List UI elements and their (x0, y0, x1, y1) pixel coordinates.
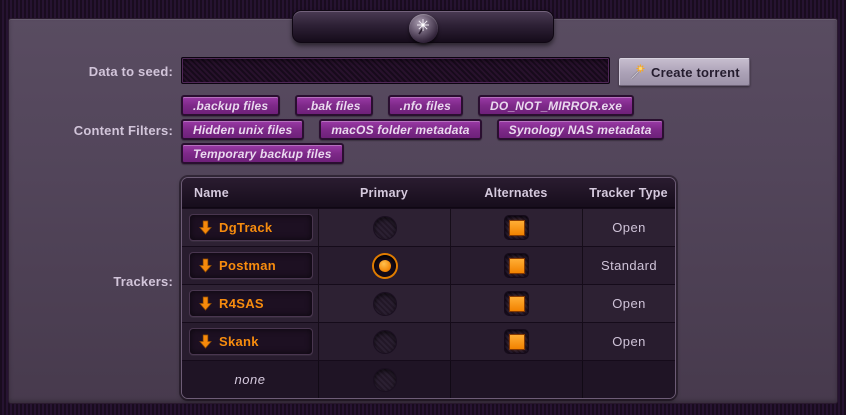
tracker-type: Open (612, 296, 645, 311)
table-row: DgTrack Open (182, 208, 675, 246)
tracker-name: Skank (219, 334, 259, 349)
tracker-button-r4sas[interactable]: R4SAS (189, 290, 313, 317)
alternates-checkbox[interactable] (505, 292, 528, 315)
torrent-creator-window: Data to seed: Create torrent Content Fil… (0, 0, 846, 415)
none-option-label: none (235, 372, 266, 387)
alternates-checkbox[interactable] (505, 254, 528, 277)
primary-radio-none[interactable] (374, 369, 396, 391)
data-to-seed-input[interactable] (181, 57, 610, 84)
down-arrow-icon (199, 296, 212, 311)
filter-chip-backup-files[interactable]: .backup files (181, 95, 280, 116)
filter-chip-bak-files[interactable]: .bak files (295, 95, 372, 116)
sparkle-orb-icon (409, 14, 438, 43)
tracker-button-postman[interactable]: Postman (189, 252, 313, 279)
primary-radio[interactable] (374, 217, 396, 239)
create-torrent-button[interactable]: Create torrent (619, 58, 750, 86)
tracker-button-skank[interactable]: Skank (189, 328, 313, 355)
filter-chip-do-not-mirror[interactable]: DO_NOT_MIRROR.exe (478, 95, 634, 116)
data-to-seed-label: Data to seed: (0, 64, 173, 79)
down-arrow-icon (199, 258, 212, 273)
table-row: R4SAS Open (182, 284, 675, 322)
column-header-name: Name (182, 186, 318, 200)
table-row-none: none (182, 360, 675, 398)
trackers-table: Name Primary Alternates Tracker Type DgT… (181, 177, 676, 399)
content-filters-label: Content Filters: (0, 123, 173, 138)
filter-chip-hidden-unix[interactable]: Hidden unix files (181, 119, 304, 140)
primary-radio[interactable] (374, 255, 396, 277)
tracker-name: Postman (219, 258, 276, 273)
down-arrow-icon (199, 220, 212, 235)
column-header-primary: Primary (318, 186, 450, 200)
tracker-button-dgtrack[interactable]: DgTrack (189, 214, 313, 241)
down-arrow-icon (199, 334, 212, 349)
table-row: Postman Standard (182, 246, 675, 284)
trackers-label: Trackers: (0, 274, 173, 289)
table-row: Skank Open (182, 322, 675, 360)
tracker-type: Standard (601, 258, 657, 273)
filter-chip-nfo-files[interactable]: .nfo files (388, 95, 463, 116)
tracker-type: Open (612, 220, 645, 235)
create-torrent-label: Create torrent (651, 65, 740, 80)
primary-radio[interactable] (374, 331, 396, 353)
primary-radio[interactable] (374, 293, 396, 315)
column-header-tracker-type: Tracker Type (582, 186, 675, 200)
alternates-checkbox[interactable] (505, 216, 528, 239)
filter-chip-synology-metadata[interactable]: Synology NAS metadata (497, 119, 664, 140)
tracker-name: R4SAS (219, 296, 264, 311)
magic-orb-button[interactable] (292, 10, 554, 43)
filter-chip-macos-metadata[interactable]: macOS folder metadata (319, 119, 481, 140)
magic-wand-icon (629, 64, 646, 81)
filter-chip-temporary-backup[interactable]: Temporary backup files (181, 143, 344, 164)
tracker-name: DgTrack (219, 220, 272, 235)
alternates-checkbox[interactable] (505, 330, 528, 353)
tracker-type: Open (612, 334, 645, 349)
column-header-alternates: Alternates (450, 186, 582, 200)
trackers-table-header: Name Primary Alternates Tracker Type (182, 178, 675, 208)
